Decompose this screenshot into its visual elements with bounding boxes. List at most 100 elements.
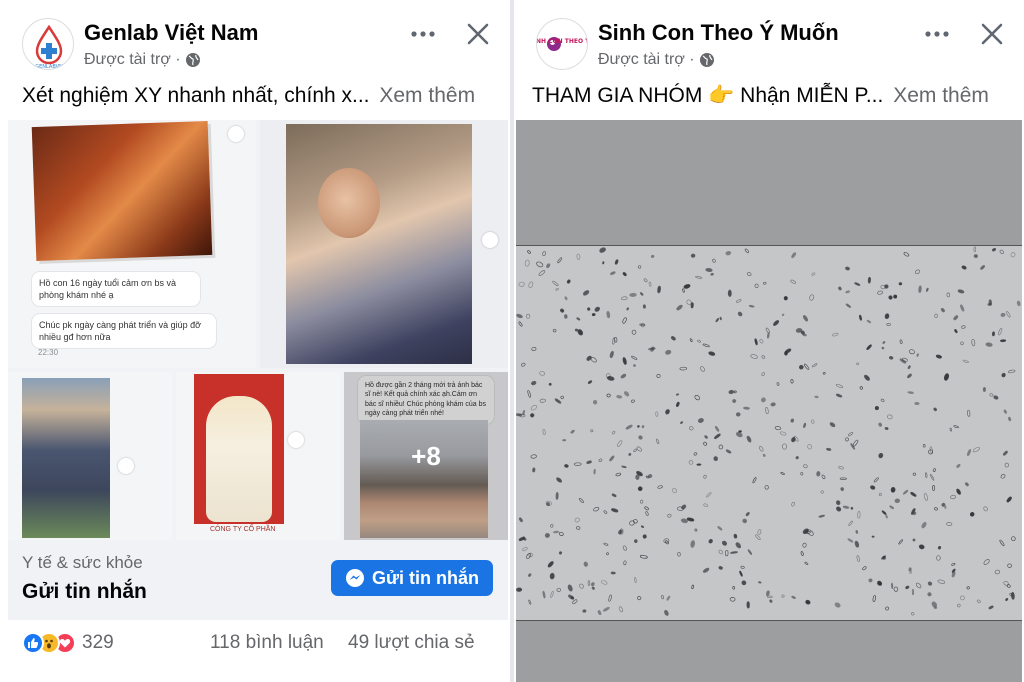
microscope-particle bbox=[586, 460, 592, 464]
microscope-particle bbox=[611, 430, 616, 435]
microscope-particle bbox=[637, 425, 640, 428]
more-horizontal-icon bbox=[925, 31, 949, 37]
more-photos-overlay[interactable]: +8 bbox=[344, 372, 508, 540]
microscope-particle bbox=[615, 472, 622, 477]
microscope-particle bbox=[888, 356, 894, 360]
page-avatar[interactable]: SINH CON THEO Ý MUỐN bbox=[536, 18, 588, 70]
microscope-particle bbox=[579, 583, 584, 589]
microscope-particle bbox=[739, 570, 743, 577]
photo-tile-more[interactable]: Hồ được gần 2 tháng mới trả ảnh bác sĩ n… bbox=[344, 372, 508, 540]
microscope-particle bbox=[905, 585, 910, 590]
microscope-particle bbox=[548, 382, 552, 386]
microscope-particle bbox=[1003, 409, 1007, 414]
page-name[interactable]: Sinh Con Theo Ý Muốn bbox=[598, 20, 839, 46]
microscope-particle bbox=[766, 332, 770, 339]
page-name[interactable]: Genlab Việt Nam bbox=[84, 20, 258, 46]
microscope-particle bbox=[622, 317, 627, 324]
microscope-particle bbox=[774, 426, 782, 431]
microscope-particle bbox=[622, 545, 628, 551]
globe-icon[interactable] bbox=[699, 52, 715, 68]
reactions-summary[interactable]: 329 bbox=[22, 632, 114, 654]
photo-tile-newborn[interactable]: CÔNG TY CỔ PHẦN bbox=[176, 372, 340, 540]
microscope-particle bbox=[558, 531, 564, 536]
microscope-particle bbox=[732, 399, 737, 403]
microscope-particle bbox=[811, 363, 818, 368]
microscope-particle bbox=[727, 289, 732, 297]
microscope-particle bbox=[639, 292, 644, 296]
sponsored-label: Được tài trợ · bbox=[84, 51, 201, 69]
close-button[interactable] bbox=[464, 20, 492, 48]
microscope-particle bbox=[983, 559, 990, 565]
microscope-particle bbox=[661, 594, 664, 600]
microscope-particle bbox=[550, 590, 554, 598]
microscope-particle bbox=[664, 609, 669, 616]
microscope-particle bbox=[780, 472, 785, 475]
microscope-particle bbox=[884, 284, 889, 289]
microscope-particle bbox=[592, 399, 598, 405]
microscope-particle bbox=[679, 366, 688, 371]
microscope-particle bbox=[862, 566, 867, 571]
microscope-particle bbox=[650, 346, 655, 352]
more-options-button[interactable] bbox=[408, 22, 438, 46]
microscope-particle bbox=[887, 414, 893, 420]
photo-tile-baby[interactable] bbox=[260, 120, 508, 368]
microscope-particle bbox=[688, 460, 694, 465]
microscope-particle bbox=[859, 386, 863, 390]
microscope-particle bbox=[530, 413, 535, 418]
more-options-button[interactable] bbox=[922, 22, 952, 46]
microscope-particle bbox=[622, 272, 627, 277]
microscope-particle bbox=[908, 567, 912, 572]
microscope-particle bbox=[521, 362, 526, 367]
microscope-particle bbox=[690, 302, 694, 309]
microscope-particle bbox=[721, 540, 728, 546]
microscope-particle bbox=[526, 553, 531, 559]
photo-tile-ultrasound-chat[interactable]: Hồ con 16 ngày tuổi cảm ơn bs và phòng k… bbox=[8, 120, 256, 368]
baby-face bbox=[318, 168, 380, 238]
send-message-button[interactable]: Gửi tin nhắn bbox=[330, 560, 493, 596]
microscope-particle bbox=[994, 569, 1001, 575]
microscope-particle bbox=[593, 468, 596, 475]
share-mini-icon bbox=[288, 432, 304, 448]
microscope-particle bbox=[690, 253, 696, 258]
close-button[interactable] bbox=[978, 20, 1006, 48]
microscope-particle bbox=[884, 313, 890, 320]
page-avatar[interactable]: GENLABVN bbox=[22, 18, 74, 70]
microscope-particle bbox=[759, 445, 764, 452]
microscope-particle bbox=[725, 449, 732, 454]
microscope-particle bbox=[655, 438, 660, 445]
microscope-particle bbox=[657, 485, 663, 489]
microscope-particle bbox=[645, 511, 649, 516]
microscope-particle bbox=[890, 486, 896, 493]
microscope-particle bbox=[606, 393, 611, 398]
microscope-particle bbox=[532, 467, 536, 473]
svg-text:SINH CON THEO Ý MUỐN: SINH CON THEO Ý MUỐN bbox=[537, 37, 588, 45]
globe-icon[interactable] bbox=[185, 52, 201, 68]
microscope-particle bbox=[854, 540, 860, 548]
see-more-link[interactable]: Xem thêm bbox=[893, 84, 989, 107]
microscope-particle bbox=[878, 492, 882, 497]
microscope-particle bbox=[961, 325, 966, 329]
microscope-particle bbox=[803, 422, 807, 429]
microscope-particle bbox=[719, 316, 722, 321]
microscope-particle bbox=[531, 380, 537, 386]
microscope-particle bbox=[553, 530, 560, 534]
microscope-particle bbox=[682, 288, 685, 293]
microscope-particle bbox=[766, 590, 770, 597]
microscope-particle bbox=[835, 393, 843, 398]
microscope-particle bbox=[700, 366, 705, 372]
microscope-particle bbox=[609, 455, 615, 462]
microscope-particle bbox=[857, 511, 861, 519]
microscope-particle bbox=[590, 429, 594, 433]
photo-tile-baby-sleeping[interactable] bbox=[8, 372, 172, 540]
see-more-link[interactable]: Xem thêm bbox=[379, 84, 475, 107]
microscope-particle bbox=[552, 328, 557, 333]
chat-time: 22:30 bbox=[38, 348, 59, 357]
microscope-particle bbox=[834, 602, 841, 608]
video-player[interactable] bbox=[516, 120, 1022, 682]
shares-count[interactable]: 49 lượt chia sẻ bbox=[348, 632, 475, 654]
microscope-particle bbox=[754, 338, 758, 346]
microscope-particle bbox=[914, 269, 921, 275]
comments-count[interactable]: 118 bình luận bbox=[210, 632, 324, 654]
microscope-particle bbox=[672, 488, 677, 494]
microscope-particle bbox=[562, 439, 567, 442]
